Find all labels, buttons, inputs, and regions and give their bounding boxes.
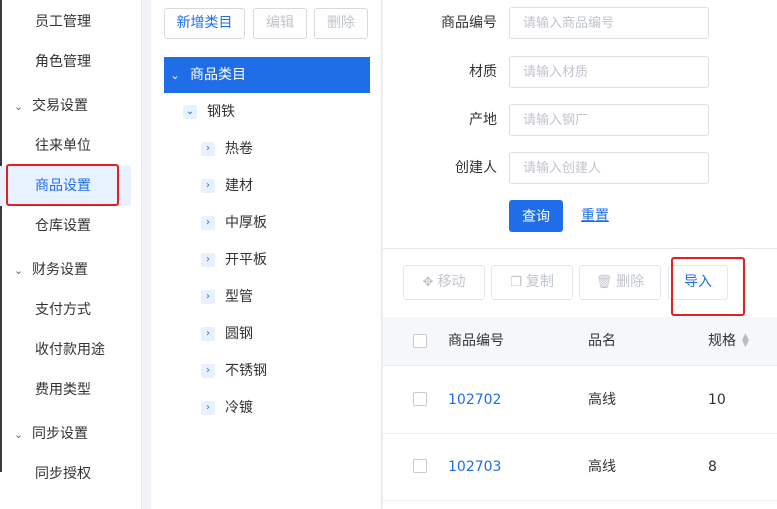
copy-button[interactable]: ❐ 复制: [491, 265, 573, 300]
product-spec: 8: [708, 459, 717, 475]
tree-node-child[interactable]: › 型管: [201, 281, 253, 313]
sidebar-item-sync-auth[interactable]: 同步授权: [0, 454, 131, 494]
material-input[interactable]: [509, 56, 709, 88]
category-panel: 新增类目 编辑 删除 ⌄ 商品类目 ⌄ 钢铁 › 热卷 › 建材 › 中厚板 › 开平板 ›…: [151, 0, 382, 509]
chevron-right-icon: ›: [201, 253, 215, 267]
creator-input[interactable]: [509, 152, 709, 184]
sidebar-item-staff[interactable]: 员工管理: [0, 2, 131, 42]
chevron-right-icon: ›: [201, 179, 215, 193]
sidebar-item-partners[interactable]: 往来单位: [0, 126, 131, 166]
code-input[interactable]: [509, 7, 709, 39]
product-name: 高线: [588, 459, 616, 475]
tree-node-child[interactable]: › 建材: [201, 170, 253, 202]
tree-node-child[interactable]: › 圆钢: [201, 318, 253, 350]
table-row[interactable]: 102702 高线 10: [383, 367, 777, 434]
tree-node-child[interactable]: › 不锈钢: [201, 355, 267, 387]
chevron-down-icon: ⌄: [14, 100, 24, 113]
delete-button[interactable]: 🗑 删除: [579, 265, 661, 300]
origin-label: 产地: [469, 112, 497, 128]
highlight-box-products: [6, 164, 119, 206]
material-label: 材质: [469, 64, 497, 80]
chevron-right-icon: ›: [201, 290, 215, 304]
chevron-right-icon: ›: [201, 401, 215, 415]
tree-node-child[interactable]: › 开平板: [201, 244, 267, 276]
query-button[interactable]: 查询: [509, 200, 563, 232]
product-spec: 10: [708, 392, 726, 408]
chevron-down-icon: ⌄: [14, 428, 24, 441]
table-header: 商品编号 品名 规格 ▲ ▼: [383, 317, 777, 366]
tree-node-child[interactable]: › 中厚板: [201, 207, 267, 239]
sidebar-item-warehouse[interactable]: 仓库设置: [0, 206, 131, 246]
highlight-box-import: [671, 257, 745, 316]
tree-node-child[interactable]: › 热卷: [201, 133, 253, 165]
column-header-name: 品名: [588, 333, 616, 349]
tree-node-steel[interactable]: ⌄ 钢铁: [183, 96, 235, 128]
product-code-link[interactable]: 102702: [448, 367, 501, 434]
chevron-right-icon: ›: [201, 327, 215, 341]
add-category-button[interactable]: 新增类目: [164, 8, 245, 39]
sidebar: 员工管理 角色管理 ⌄ 交易设置 往来单位 商品设置 仓库设置 ⌄ 财务设置 支付方…: [0, 0, 142, 509]
column-header-code: 商品编号: [448, 333, 504, 349]
trash-icon: 🗑: [595, 275, 613, 290]
sidebar-group-sync[interactable]: ⌄ 同步设置: [0, 414, 88, 454]
product-name: 高线: [588, 392, 616, 408]
row-checkbox[interactable]: [413, 459, 427, 473]
sidebar-group-finance[interactable]: ⌄ 财务设置: [0, 250, 88, 290]
product-main: 商品编号 材质 产地 创建人 查询 重置 ✥移动 ❐复制 🗑删除 导入 商品编号…: [383, 0, 777, 509]
sort-icon[interactable]: ▲ ▼: [742, 333, 749, 349]
column-header-spec[interactable]: 规格 ▲ ▼: [708, 317, 749, 366]
reset-button[interactable]: 重置: [581, 200, 609, 232]
sidebar-item-receipt-purpose[interactable]: 收付款用途: [0, 330, 131, 370]
creator-label: 创建人: [455, 160, 497, 176]
copy-icon: ❐: [510, 275, 522, 290]
tree-node-root[interactable]: ⌄ 商品类目: [164, 57, 370, 93]
code-label: 商品编号: [441, 15, 497, 31]
chevron-down-icon: ⌄: [183, 105, 197, 119]
sidebar-group-trade[interactable]: ⌄ 交易设置: [0, 86, 88, 126]
sidebar-item-expense-type[interactable]: 费用类型: [0, 370, 131, 410]
chevron-down-icon: ⌄: [14, 264, 24, 277]
chevron-right-icon: ›: [201, 142, 215, 156]
product-code-link[interactable]: 102703: [448, 434, 501, 501]
table-row[interactable]: 102703 高线 8: [383, 434, 777, 501]
origin-input[interactable]: [509, 104, 709, 136]
row-checkbox[interactable]: [413, 392, 427, 406]
tree-node-child[interactable]: › 冷镀: [201, 392, 253, 424]
move-button[interactable]: ✥ 移动: [403, 265, 485, 300]
divider: [383, 248, 777, 249]
chevron-right-icon: ›: [201, 364, 215, 378]
chevron-right-icon: ›: [201, 216, 215, 230]
sidebar-item-roles[interactable]: 角色管理: [0, 42, 131, 82]
sidebar-item-payment[interactable]: 支付方式: [0, 290, 131, 330]
select-all-checkbox[interactable]: [413, 334, 427, 348]
delete-category-button[interactable]: 删除: [314, 8, 368, 39]
move-icon: ✥: [422, 275, 434, 290]
chevron-down-icon: ⌄: [170, 69, 180, 82]
edit-category-button[interactable]: 编辑: [253, 8, 307, 39]
